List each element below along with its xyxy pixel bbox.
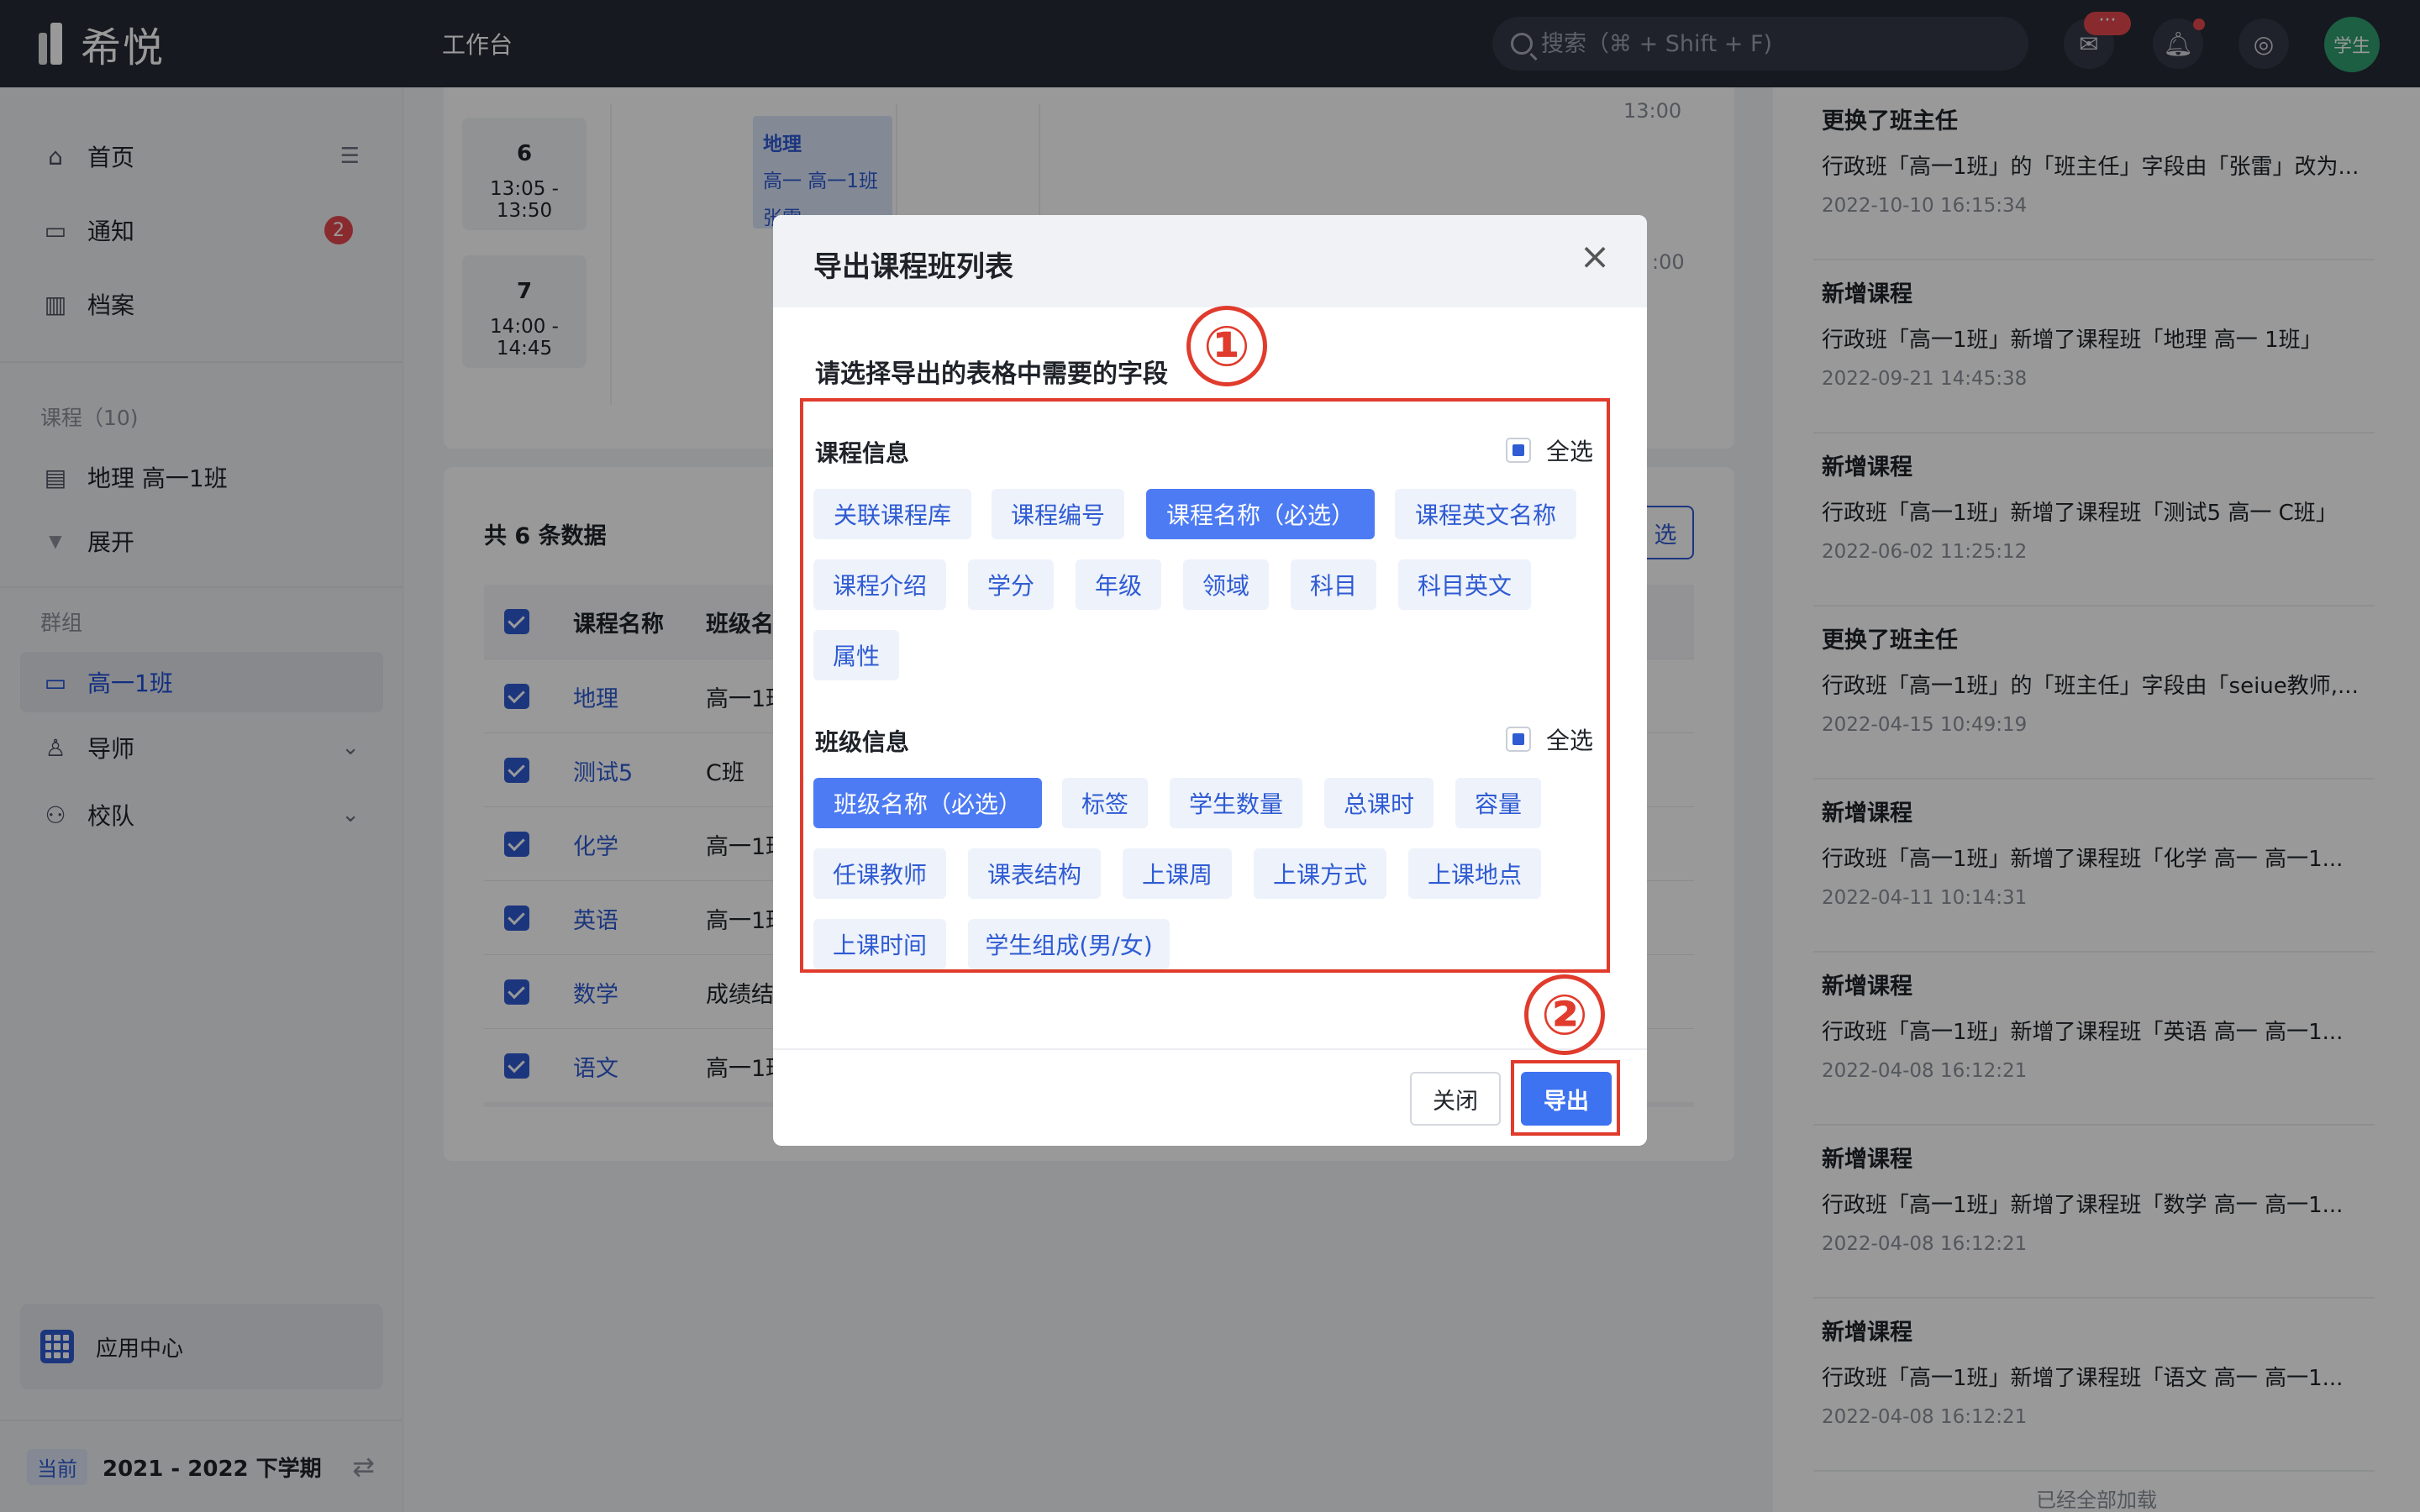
modal-footer-divider <box>773 1048 1647 1050</box>
close-icon[interactable]: × <box>1576 239 1613 276</box>
annotation-number-1: ① <box>1186 306 1267 386</box>
annotation-box-fields <box>800 398 1610 973</box>
annotation-box-export <box>1511 1060 1620 1136</box>
field-prompt: 请选择导出的表格中需要的字段 <box>815 360 1168 389</box>
modal-title: 导出课程班列表 <box>813 250 1013 284</box>
modal-header: 导出课程班列表 × <box>773 215 1647 307</box>
close-button[interactable]: 关闭 <box>1410 1072 1501 1126</box>
annotation-number-2: ② <box>1524 974 1605 1055</box>
